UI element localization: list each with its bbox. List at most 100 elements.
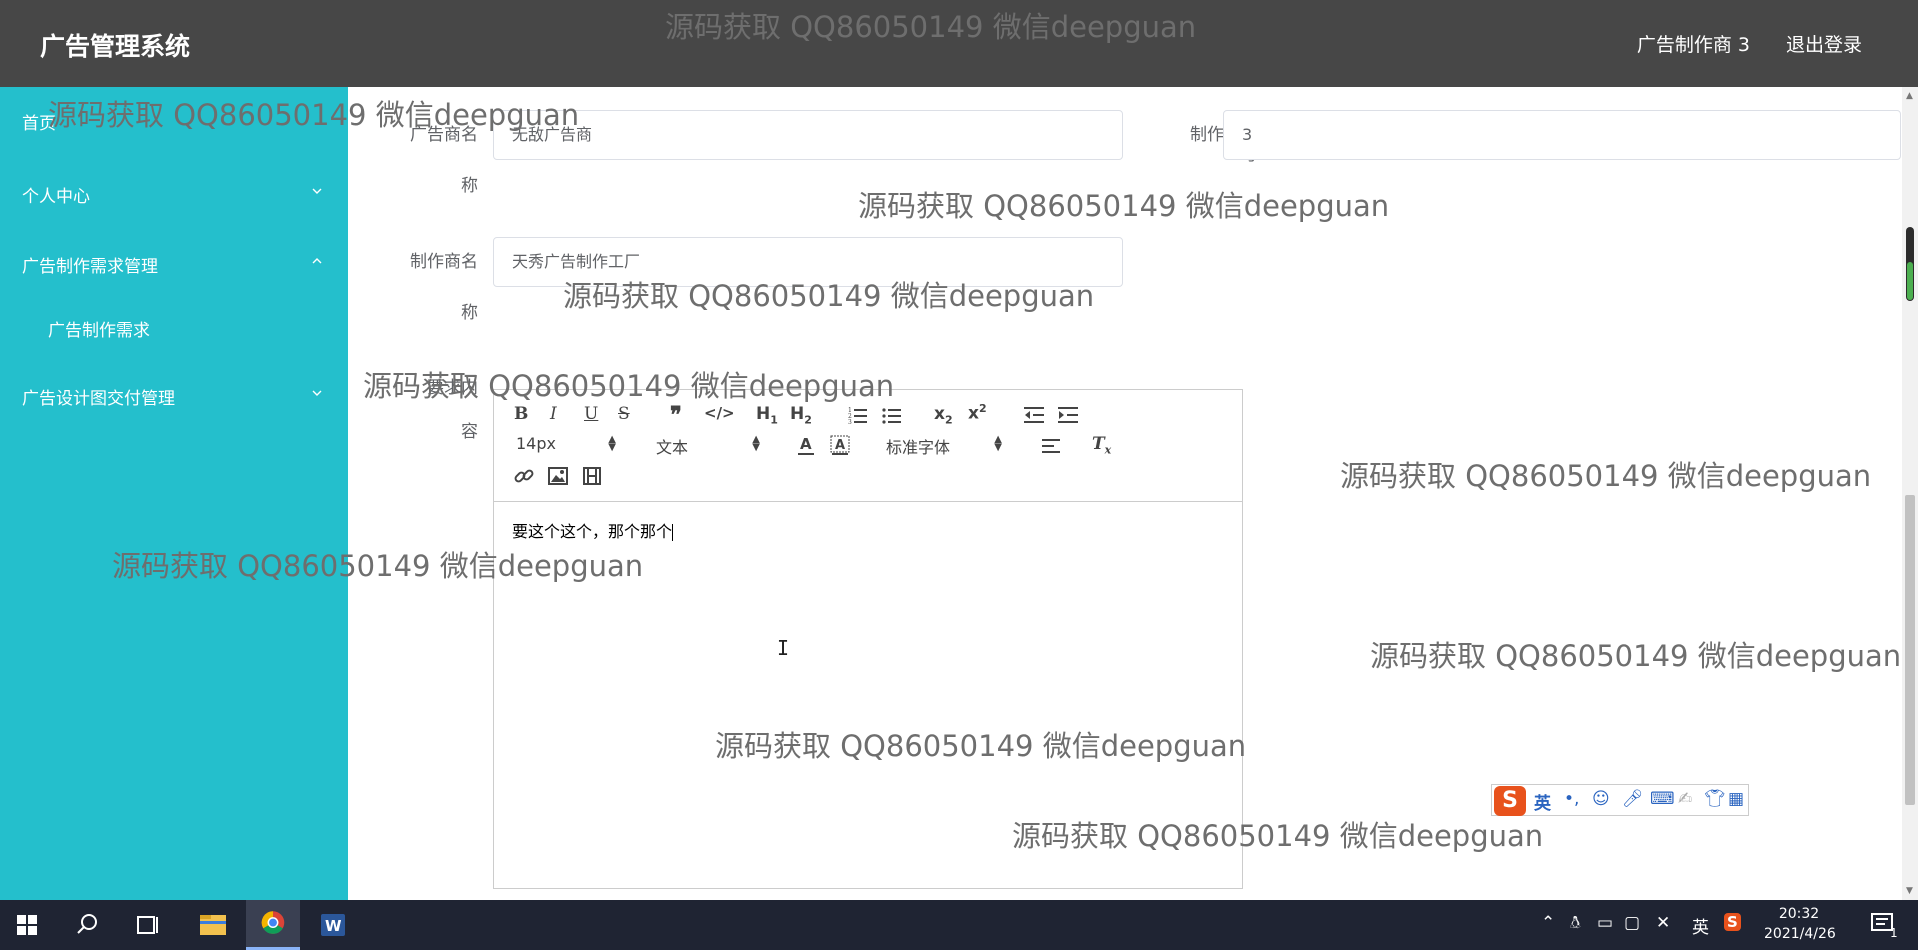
scrollbar-thumb[interactable] <box>1905 495 1915 805</box>
paragraph-value: 文本 <box>656 438 689 457</box>
system-clock[interactable]: 20:32 2021/4/26 <box>1764 904 1836 944</box>
image-icon[interactable] <box>548 467 568 485</box>
windows-taskbar: W ⌃ 🐧︎ ▭ ▢ ✕ 英 S 20:32 2021/4/26 1 <box>0 900 1918 950</box>
clock-time: 20:32 <box>1778 906 1820 922</box>
updown-arrow-icon: ▲ ▼ <box>994 434 1002 453</box>
superscript-button[interactable]: x2 <box>968 402 987 424</box>
chevron-up-icon <box>312 258 322 264</box>
search-icon[interactable] <box>60 900 114 950</box>
svg-text:W: W <box>325 917 342 935</box>
producer-name-label-suffix: 称 <box>461 303 478 323</box>
code-block-icon[interactable]: </> <box>704 404 735 422</box>
font-size-select[interactable]: 14px ▲ ▼ <box>516 434 616 453</box>
qq-tray-icon[interactable]: 🐧︎ <box>1570 913 1580 935</box>
heading1-button[interactable]: H1 <box>756 404 778 426</box>
paragraph-select[interactable]: 文本 ▲ ▼ <box>656 434 760 458</box>
italic-button[interactable]: I <box>550 404 557 424</box>
sidebar: 首页 个人中心 广告制作需求管理 广告制作需求 广告设计图交付管理 <box>0 87 348 900</box>
svg-text:3: 3 <box>848 419 852 424</box>
font-family-value: 标准字体 <box>886 438 951 457</box>
editor-content-area[interactable]: 要这个这个，那个那个 <box>512 518 674 542</box>
subscript-button[interactable]: x2 <box>934 404 953 426</box>
producer-account-field[interactable]: 3 <box>1223 110 1901 160</box>
keyboard-icon[interactable]: ⌨ <box>1650 789 1675 809</box>
sogou-tray-icon[interactable]: S <box>1724 913 1741 931</box>
font-family-select[interactable]: 标准字体 ▲ ▼ <box>886 434 1002 458</box>
svg-text:A: A <box>800 435 812 453</box>
chevron-down-icon <box>312 390 322 396</box>
bold-button[interactable]: B <box>514 404 528 424</box>
emoji-icon[interactable]: ☺ <box>1592 789 1610 809</box>
updown-arrow-icon: ▲ ▼ <box>608 434 616 453</box>
toolbox-icon[interactable]: ▦ <box>1728 789 1744 809</box>
advertiser-name-field[interactable]: 无敌广告商 <box>493 110 1123 160</box>
main-content: 广告商名 称 无敌广告商 制作商账 号 3 制作商名 称 天秀广告制作工厂 要求… <box>348 87 1902 900</box>
align-left-icon[interactable] <box>1042 438 1062 454</box>
skin-icon[interactable]: 👕︎ <box>1704 789 1726 809</box>
microphone-icon[interactable]: 🎤︎ <box>1622 789 1644 809</box>
tray-ime-language[interactable]: 英 <box>1692 913 1709 938</box>
outdent-icon[interactable] <box>1024 406 1044 424</box>
sidebar-item-home[interactable]: 首页 <box>0 98 348 142</box>
file-explorer-icon[interactable] <box>186 900 240 950</box>
scroll-up-arrow-icon[interactable]: ▲ <box>1906 91 1913 101</box>
sidebar-item-label: 个人中心 <box>22 187 90 207</box>
producer-name-label: 制作商名 <box>410 252 478 272</box>
sidebar-item-personal-center[interactable]: 个人中心 <box>0 171 348 215</box>
heading2-button[interactable]: H2 <box>790 404 812 426</box>
ime-toolbar[interactable]: S 英 •, ☺ 🎤︎ ⌨ ✍ 👕︎ ▦ <box>1491 784 1749 816</box>
background-color-icon[interactable]: A <box>830 434 850 456</box>
clock-date: 2021/4/26 <box>1764 926 1836 942</box>
sidebar-item-ad-production-demand-management[interactable]: 广告制作需求管理 <box>0 241 348 285</box>
scroll-down-arrow-icon[interactable]: ▼ <box>1906 886 1913 896</box>
sidebar-item-label: 广告设计图交付管理 <box>22 389 175 409</box>
underline-button[interactable]: U <box>584 404 598 424</box>
font-color-icon[interactable]: A <box>796 434 816 456</box>
logout-button[interactable]: 退出登录 <box>1786 30 1862 57</box>
content-label-suffix: 容 <box>461 422 478 442</box>
blockquote-icon[interactable]: ❞ <box>670 402 682 428</box>
indent-icon[interactable] <box>1058 406 1078 424</box>
rich-text-editor: B I U S ❞ </> H1 H2 123 x2 x2 14px ▲ ▼ 文… <box>493 389 1243 889</box>
current-user[interactable]: 广告制作商 3 <box>1637 30 1750 57</box>
sidebar-item-label: 广告制作需求管理 <box>22 257 158 277</box>
sidebar-item-label: 广告制作需求 <box>48 321 150 341</box>
sidebar-item-label: 首页 <box>22 114 56 134</box>
sidebar-item-design-delivery-management[interactable]: 广告设计图交付管理 <box>0 373 348 417</box>
advertiser-name-label-suffix: 称 <box>461 176 478 196</box>
windows-start-icon[interactable] <box>0 900 54 950</box>
handwriting-icon[interactable]: ✍ <box>1678 789 1692 809</box>
chevron-down-icon <box>312 188 322 194</box>
bullet-list-icon[interactable] <box>882 406 902 424</box>
app-title: 广告管理系统 <box>40 32 191 61</box>
sogou-logo-icon[interactable]: S <box>1494 786 1526 816</box>
text-caret <box>672 524 674 541</box>
advertiser-name-label: 广告商名 <box>410 125 478 145</box>
ibeam-cursor-icon: I <box>777 636 790 660</box>
link-icon[interactable] <box>514 466 534 486</box>
sidebar-item-ad-production-demand[interactable]: 广告制作需求 <box>0 305 348 349</box>
battery-icon[interactable]: ▭ <box>1597 913 1613 933</box>
font-size-value: 14px <box>516 434 556 453</box>
top-header: 广告管理系统 广告制作商 3 退出登录 <box>0 0 1918 87</box>
strikethrough-button[interactable]: S <box>618 404 630 424</box>
content-label: 要求内 <box>427 378 478 398</box>
video-icon[interactable] <box>582 467 602 485</box>
volume-muted-icon[interactable]: ✕ <box>1656 913 1670 933</box>
floating-progress-fill <box>1907 262 1913 300</box>
editor-text: 要这个这个，那个那个 <box>512 522 673 541</box>
page-scrollbar[interactable]: ▲ ▼ <box>1902 87 1918 900</box>
tray-expand-icon[interactable]: ⌃ <box>1541 913 1555 933</box>
clear-format-icon[interactable]: Tx <box>1092 434 1111 456</box>
task-view-icon[interactable] <box>120 900 174 950</box>
punctuation-icon[interactable]: •, <box>1564 789 1579 809</box>
editor-toolbar: B I U S ❞ </> H1 H2 123 x2 x2 14px ▲ ▼ 文… <box>494 390 1242 502</box>
svg-text:A: A <box>835 438 845 453</box>
word-icon[interactable]: W <box>306 900 360 950</box>
ordered-list-icon[interactable]: 123 <box>848 406 868 424</box>
chrome-icon[interactable] <box>246 900 300 950</box>
producer-name-field[interactable]: 天秀广告制作工厂 <box>493 237 1123 287</box>
network-icon[interactable]: ▢ <box>1624 913 1640 933</box>
ime-language-toggle[interactable]: 英 <box>1534 789 1551 814</box>
notification-count: 1 <box>1890 926 1898 940</box>
